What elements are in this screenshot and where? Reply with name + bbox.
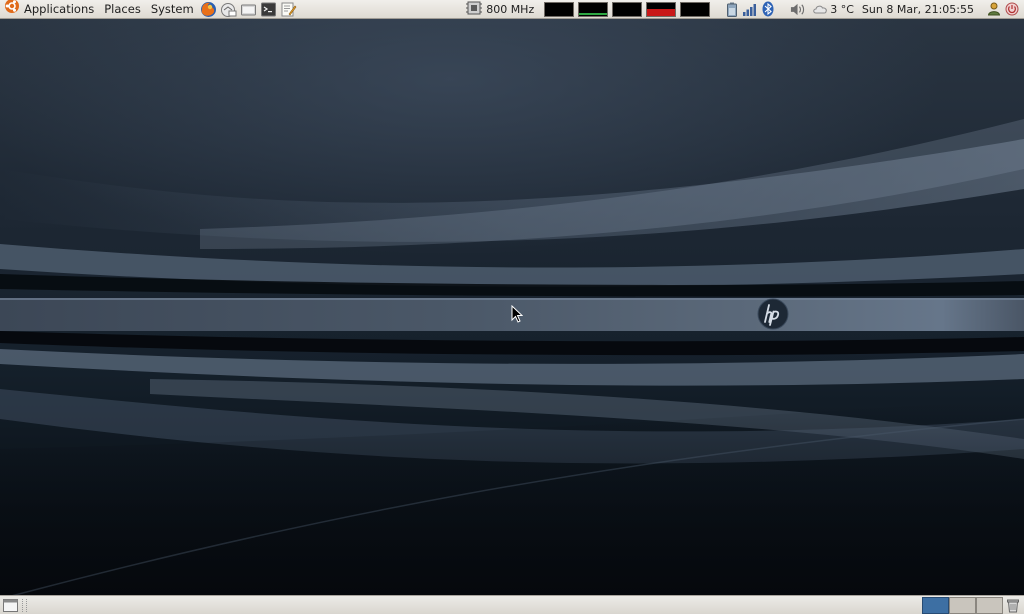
signal-bars-icon[interactable] — [742, 1, 758, 17]
trash-icon[interactable] — [1005, 597, 1021, 613]
user-area — [986, 1, 1020, 17]
terminal-icon[interactable] — [260, 1, 278, 18]
cpu-monitor[interactable] — [544, 1, 575, 17]
show-desktop-icon[interactable] — [2, 598, 18, 612]
battery-icon[interactable] — [724, 1, 740, 17]
network-monitor[interactable] — [612, 1, 643, 17]
applications-menu[interactable]: Applications — [0, 0, 99, 20]
weather-indicator[interactable]: 3 °C — [812, 2, 854, 17]
swap-monitor[interactable] — [646, 1, 677, 17]
desktop[interactable] — [0, 19, 1024, 595]
workspace-1[interactable] — [922, 596, 949, 614]
email-icon[interactable] — [220, 1, 238, 18]
cloud-icon — [812, 2, 828, 17]
cpu-chip-icon — [465, 0, 483, 19]
top-panel: Applications Places System 800 MHz 3 °C … — [0, 0, 1024, 19]
workspace-3[interactable] — [976, 596, 1003, 614]
mouse-cursor-icon — [511, 304, 524, 326]
bottom-panel — [0, 595, 1024, 614]
cpu-frequency-value: 800 MHz — [486, 2, 535, 16]
applications-menu-label: Applications — [24, 1, 95, 16]
power-icon[interactable] — [1004, 1, 1020, 17]
firefox-icon[interactable] — [200, 1, 218, 18]
system-menu[interactable]: System — [146, 0, 199, 19]
memory-monitor[interactable] — [578, 1, 609, 17]
ubuntu-logo-icon — [4, 0, 20, 20]
clock[interactable]: Sun 8 Mar, 21:05:55 — [862, 3, 974, 16]
hp-logo — [757, 298, 789, 330]
system-monitor-graphs[interactable] — [544, 1, 711, 17]
files-icon[interactable] — [240, 1, 258, 18]
main-menu-bar: Applications Places System — [0, 0, 199, 19]
workspace-2[interactable] — [949, 596, 976, 614]
load-monitor[interactable] — [680, 1, 711, 17]
memory-monitor-bar — [579, 12, 608, 15]
user-switch-icon[interactable] — [986, 1, 1002, 17]
notification-area — [724, 1, 806, 17]
volume-icon[interactable] — [790, 1, 806, 17]
swap-monitor-bar — [647, 8, 676, 16]
text-editor-icon[interactable] — [280, 1, 298, 18]
cpu-frequency-monitor[interactable]: 800 MHz — [465, 0, 534, 19]
workspace-switcher[interactable] — [922, 596, 1003, 614]
temperature-value: 3 °C — [830, 2, 854, 16]
bluetooth-icon[interactable] — [760, 1, 776, 17]
panel-handle[interactable] — [22, 598, 27, 612]
places-menu[interactable]: Places — [99, 0, 146, 19]
